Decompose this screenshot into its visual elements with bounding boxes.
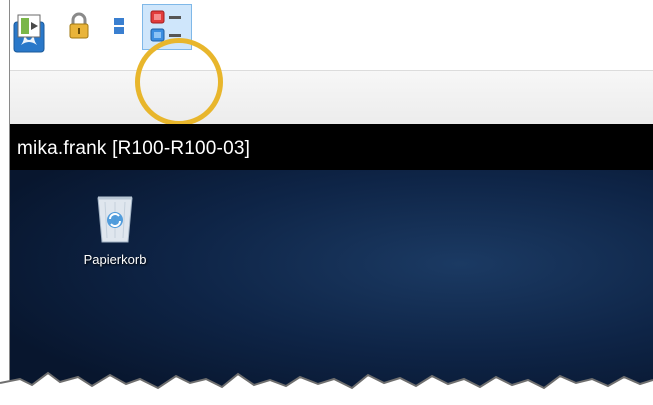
desktop-icon-recycle-bin[interactable]: Papierkorb [70,192,160,267]
session-title: mika.frank [R100-R100-03] [17,138,251,159]
layout-icon[interactable] [110,10,134,42]
session-list-button[interactable] [142,4,192,50]
session-header: mika.frank [R100-R100-03] [10,124,653,170]
recycle-bin-icon [97,196,133,243]
desktop-icon-label: Papierkorb [83,252,147,267]
torn-edge-decoration [0,371,653,405]
session-list-icon [150,10,181,42]
toolbar [10,70,653,125]
lock-icon[interactable] [63,10,95,42]
title-bar [10,0,653,70]
switch-session-icon[interactable] [14,10,46,42]
